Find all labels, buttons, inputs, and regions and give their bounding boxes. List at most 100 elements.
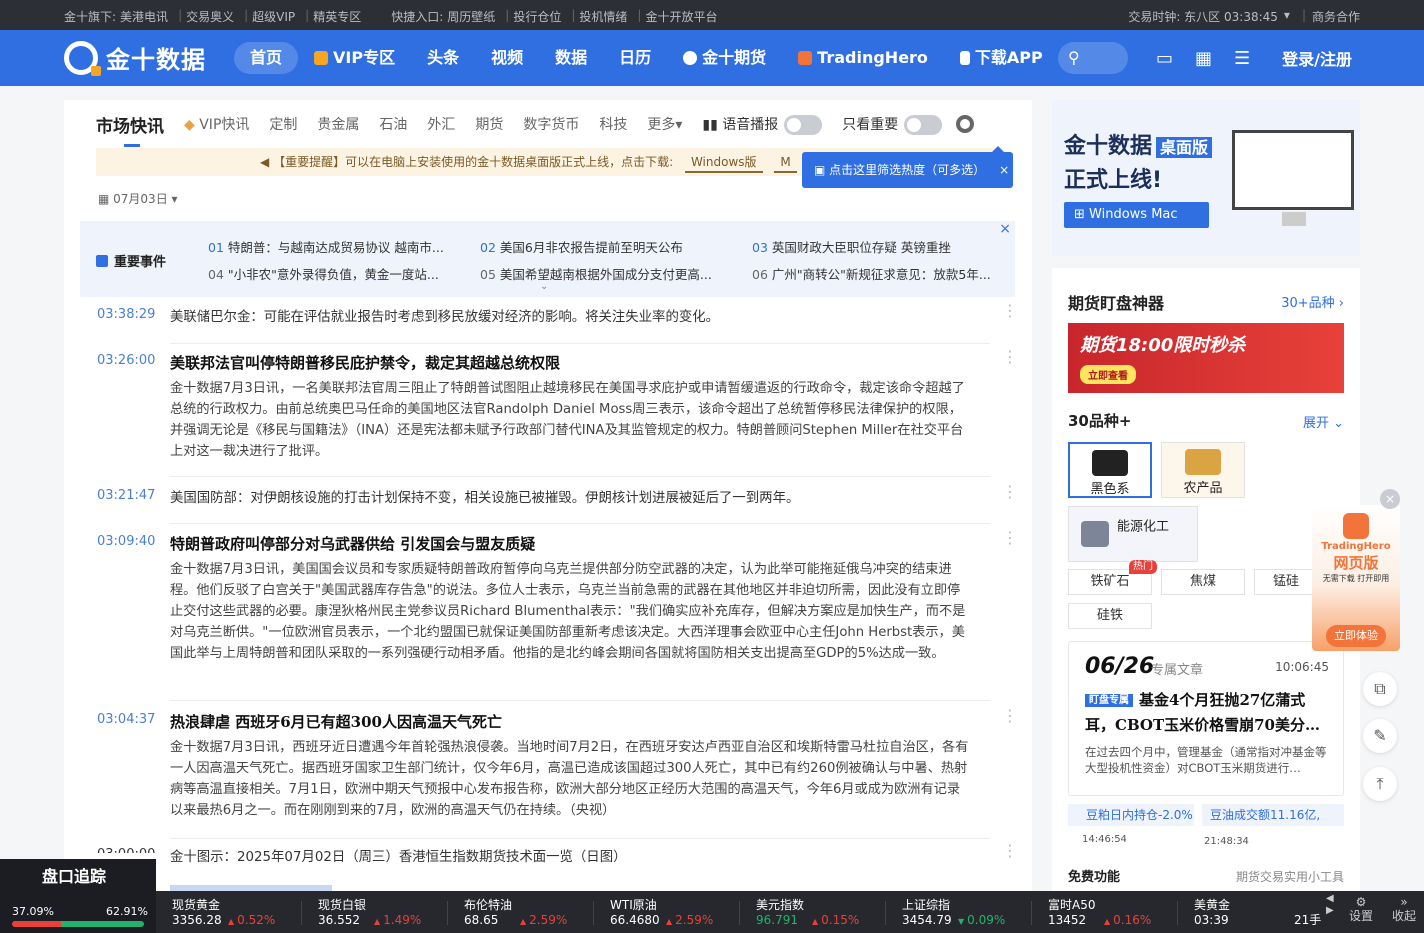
chevron-down-icon[interactable]: ⌄ bbox=[540, 281, 548, 292]
event-item[interactable]: 05 美国希望越南根据外国成分支付更高... bbox=[480, 264, 730, 283]
quote-volume: 21手 bbox=[1294, 913, 1322, 927]
trading-clock[interactable]: 交易时钟: 东八区 03:38:45 bbox=[1128, 8, 1278, 25]
date-picker[interactable]: ▦ 07月03日 ▾ bbox=[98, 190, 178, 207]
important-toggle[interactable] bbox=[904, 114, 943, 135]
more-icon[interactable]: ⋮ bbox=[1002, 708, 1018, 724]
nav-futures[interactable]: 金十期货 bbox=[667, 42, 782, 74]
news-title: 热浪肆虐 西班牙6月已有超300人因高温天气死亡 bbox=[170, 713, 502, 731]
chip-ferrosilicon[interactable]: 硅铁 bbox=[1068, 603, 1152, 629]
futures-banner[interactable]: 期货18:00限时秒杀 立即查看 bbox=[1068, 323, 1344, 393]
quote-item[interactable]: 美元指数96.791 0.15% bbox=[740, 895, 886, 929]
settings-button[interactable]: ⚙ 设置 bbox=[1341, 895, 1381, 923]
more-icon[interactable]: ⋮ bbox=[1002, 349, 1018, 365]
gear-icon[interactable] bbox=[956, 115, 975, 133]
business-link[interactable]: 商务合作 bbox=[1312, 8, 1360, 25]
tab-more[interactable]: 更多▾ bbox=[647, 114, 682, 134]
important-only[interactable]: 只看重要 bbox=[842, 114, 943, 135]
more-icon[interactable]: ⋮ bbox=[1002, 303, 1018, 319]
alert-ticker[interactable]: 豆粕日内持仓-2.0% bbox=[1068, 804, 1194, 826]
quote-item[interactable]: 上证综指3454.79 0.09% bbox=[886, 895, 1032, 929]
tab-forex[interactable]: 外汇 bbox=[427, 114, 455, 134]
tab-custom[interactable]: 定制 bbox=[269, 114, 297, 134]
news-time: 03:09:40 bbox=[97, 534, 156, 549]
tab-oil[interactable]: 石油 bbox=[379, 114, 407, 134]
tab-metals[interactable]: 贵金属 bbox=[317, 114, 359, 134]
close-icon[interactable]: × bbox=[1380, 489, 1400, 509]
close-icon[interactable]: × bbox=[999, 221, 1011, 237]
quote-item[interactable]: 富时A5013452 0.16% bbox=[1032, 895, 1178, 929]
chip-coking-coal[interactable]: 焦煤 bbox=[1161, 569, 1245, 595]
scroll-arrows-icon[interactable]: ◀ ▶ bbox=[1326, 893, 1334, 917]
logo-text: 金十数据 bbox=[106, 46, 206, 74]
nav-home[interactable]: 首页 bbox=[234, 42, 299, 74]
close-icon[interactable]: × bbox=[999, 163, 1009, 177]
voice-toggle[interactable] bbox=[784, 114, 823, 135]
windows-download-link[interactable]: Windows版 bbox=[684, 153, 763, 173]
filter-tooltip[interactable]: ▣ 点击这里筛选热度（可多选） × bbox=[802, 146, 1013, 188]
tab-market-flash[interactable]: 市场快讯 bbox=[96, 112, 164, 147]
banner-cta[interactable]: 立即查看 bbox=[1080, 365, 1136, 384]
qrcode-icon[interactable]: ▦ bbox=[1195, 48, 1212, 69]
quote-item[interactable]: 布伦特油68.65 2.59% bbox=[448, 895, 594, 929]
order-tracker[interactable]: 盘口追踪 37.09% 62.91% bbox=[0, 859, 156, 933]
nav-video[interactable]: 视频 bbox=[475, 42, 539, 74]
desktop-promo[interactable]: 金十数据 桌面版 正式上线! ⊞ Windows Mac bbox=[1052, 100, 1360, 256]
float-title: 网页版 bbox=[1333, 554, 1379, 572]
promo-download-buttons[interactable]: ⊞ Windows Mac bbox=[1064, 202, 1209, 228]
more-icon[interactable]: ⋮ bbox=[1002, 484, 1018, 500]
nav-headlines[interactable]: 头条 bbox=[411, 42, 475, 74]
quote-item[interactable]: 现货黄金3356.28 0.52% bbox=[156, 895, 302, 929]
tv-icon[interactable]: ▭ bbox=[1156, 48, 1173, 69]
top-link[interactable]: 超级VIP bbox=[252, 8, 295, 25]
copy-icon[interactable]: ⧉ bbox=[1363, 672, 1397, 706]
nav-tradinghero[interactable]: TradingHero bbox=[782, 42, 944, 74]
event-item[interactable]: 06 广州"商转公"新规征求意见：放款5年... bbox=[752, 264, 1002, 283]
news-text: 美国国防部：对伊朗核设施的打击计划保持不变，相关设施已被摧毁。伊朗核计划进展被延… bbox=[170, 491, 800, 506]
menu-list-icon[interactable]: ☰ bbox=[1234, 48, 1250, 69]
quote-item[interactable]: WTI原油66.4680 2.59% bbox=[594, 895, 740, 929]
exclusive-article[interactable]: 06/26 专属文章 10:06:45 盯盘专属 基金4个月狂抛27亿蒲式耳，CB… bbox=[1068, 641, 1344, 796]
nav-calendar[interactable]: 日历 bbox=[603, 42, 667, 74]
tab-tech[interactable]: 科技 bbox=[599, 114, 627, 134]
tab-vip-flash[interactable]: ◆ VIP快讯 bbox=[184, 114, 249, 134]
event-item[interactable]: 02 美国6月非农报告提前至明天公布 bbox=[480, 237, 730, 256]
tradinghero-float-ad[interactable]: × TradingHero 网页版 无需下载 打开即用 立即体验 bbox=[1312, 489, 1400, 651]
nav-download[interactable]: 下载APP bbox=[944, 42, 1059, 74]
mac-download-link[interactable]: M bbox=[774, 153, 797, 173]
top-link[interactable]: 交易奥义 bbox=[186, 8, 234, 25]
float-sub: 无需下载 打开即用 bbox=[1322, 574, 1390, 583]
nav-data[interactable]: 数据 bbox=[539, 42, 603, 74]
voice-broadcast[interactable]: ▮▮ 语音播报 bbox=[702, 114, 823, 135]
tab-futures[interactable]: 期货 bbox=[475, 114, 503, 134]
top-link[interactable]: 美港电讯 bbox=[120, 8, 168, 25]
more-icon[interactable]: ⋮ bbox=[1002, 530, 1018, 546]
tab-crypto[interactable]: 数字货币 bbox=[523, 114, 579, 134]
category-energy[interactable]: 能源化工 bbox=[1068, 506, 1198, 562]
futures-more-link[interactable]: 30+品种 › bbox=[1281, 292, 1344, 311]
quick-link[interactable]: 周历壁纸 bbox=[447, 8, 495, 25]
search-input[interactable]: ⚲ bbox=[1058, 42, 1128, 74]
event-item[interactable]: 03 英国财政大臣职位存疑 英镑重挫 bbox=[752, 237, 1002, 256]
login-button[interactable]: 登录/注册 bbox=[1282, 46, 1352, 70]
event-item[interactable]: 01 特朗普：与越南达成贸易协议 越南市... bbox=[208, 237, 458, 256]
more-icon[interactable]: ⋮ bbox=[1002, 843, 1018, 859]
back-to-top-icon[interactable]: ⤒ bbox=[1363, 767, 1397, 801]
quick-link[interactable]: 投行仓位 bbox=[513, 8, 561, 25]
float-brand: TradingHero bbox=[1321, 541, 1391, 552]
logo[interactable]: 金十数据 bbox=[64, 40, 206, 76]
quick-link[interactable]: 投机情绪 bbox=[579, 8, 627, 25]
category-agri[interactable]: 农产品 bbox=[1161, 442, 1245, 498]
top-link[interactable]: 精英专区 bbox=[313, 8, 361, 25]
chip-iron-ore[interactable]: 铁矿石 热门 bbox=[1068, 560, 1157, 595]
nav-vip[interactable]: VIP专区 bbox=[298, 42, 411, 74]
collapse-button[interactable]: » 收起 bbox=[1384, 895, 1424, 923]
event-item[interactable]: 04 "小非农"意外录得负值，黄金一度站... bbox=[208, 264, 458, 283]
category-black[interactable]: 黑色系 bbox=[1068, 442, 1152, 498]
alert-ticker[interactable]: 豆油成交额11.16亿, bbox=[1202, 804, 1344, 826]
main-nav: 金十数据 首页 VIP专区 头条 视频 数据 日历 金十期货 TradingHe… bbox=[0, 30, 1424, 86]
expand-link[interactable]: 展开 ⌄ bbox=[1303, 412, 1344, 431]
edit-icon[interactable]: ✎ bbox=[1363, 719, 1397, 753]
try-now-button[interactable]: 立即体验 bbox=[1326, 625, 1386, 647]
quote-item[interactable]: 现货白银36.552 1.49% bbox=[302, 895, 448, 929]
quick-link[interactable]: 金十开放平台 bbox=[645, 8, 717, 25]
